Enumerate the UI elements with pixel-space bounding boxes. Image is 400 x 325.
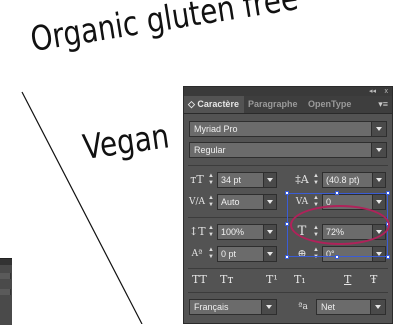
- font-family-value: Myriad Pro: [194, 124, 238, 134]
- chevron-down-icon[interactable]: [263, 225, 276, 239]
- chevron-down-icon[interactable]: [263, 195, 276, 209]
- panel-title-strip: ◂◂ x: [184, 87, 392, 96]
- font-size-field[interactable]: 34 pt: [217, 172, 277, 188]
- vertical-scale-icon: ↕T: [189, 225, 206, 238]
- resize-handle[interactable]: [285, 191, 289, 195]
- baseline-shift-field[interactable]: 0 pt: [217, 246, 277, 262]
- panel-tabs: ◇ Caractère Paragraphe OpenType ▾≡: [184, 96, 392, 114]
- chevron-down-icon[interactable]: [371, 143, 386, 157]
- chevron-down-icon[interactable]: [261, 300, 276, 314]
- resize-handle[interactable]: [335, 255, 339, 259]
- chevron-down-icon[interactable]: [372, 173, 385, 187]
- antialias-value: Net: [321, 302, 336, 312]
- divider: [188, 165, 388, 166]
- leading-field[interactable]: (40.8 pt): [322, 172, 386, 188]
- superscript-button[interactable]: T¹: [266, 273, 278, 287]
- baseline-shift-stepper[interactable]: ▲ ▼: [207, 247, 215, 261]
- side-panel-fragment: [0, 258, 12, 325]
- font-size-stepper[interactable]: ▲ ▼: [207, 173, 215, 187]
- collapse-icon[interactable]: ◂◂: [369, 87, 376, 96]
- side-panel-row: [0, 273, 11, 279]
- resize-handle[interactable]: [285, 255, 289, 259]
- subscript-button[interactable]: T₁: [294, 273, 306, 287]
- highlight-ellipse: [290, 205, 390, 245]
- antialias-icon: ªa: [298, 302, 308, 312]
- baseline-shift-icon: Aª: [191, 249, 203, 259]
- antialias-select[interactable]: Net: [316, 299, 386, 315]
- leading-stepper[interactable]: ▲ ▼: [312, 173, 320, 187]
- font-size-value: 34 pt: [221, 175, 242, 185]
- tab-caractere[interactable]: ◇ Caractère: [184, 96, 244, 113]
- chevron-down-icon[interactable]: [371, 122, 386, 136]
- kerning-stepper[interactable]: ▲ ▼: [207, 195, 215, 209]
- chevron-down-icon[interactable]: [370, 300, 385, 314]
- chevron-down-icon[interactable]: [263, 247, 276, 261]
- resize-handle[interactable]: [335, 191, 339, 195]
- tab-opentype[interactable]: OpenType: [304, 96, 356, 113]
- vertical-scale-stepper[interactable]: ▲ ▼: [207, 225, 215, 239]
- vertical-scale-field[interactable]: 100%: [217, 224, 277, 240]
- baseline-shift-value: 0 pt: [221, 249, 237, 259]
- tab-paragraphe[interactable]: Paragraphe: [244, 96, 304, 113]
- vertical-scale-value: 100%: [221, 227, 245, 237]
- kerning-field[interactable]: Auto: [217, 194, 277, 210]
- leading-value: (40.8 pt): [326, 175, 360, 185]
- side-panel-header: [0, 259, 12, 265]
- font-style-select[interactable]: Regular: [189, 142, 387, 158]
- kerning-icon: V/A: [189, 197, 206, 207]
- side-panel-row: [0, 289, 11, 295]
- resize-handle[interactable]: [386, 255, 390, 259]
- font-size-icon: тT: [190, 173, 204, 186]
- panel-menu-icon[interactable]: ▾≡: [378, 97, 388, 112]
- small-caps-button[interactable]: Tт: [220, 273, 233, 287]
- underline-button[interactable]: T: [344, 273, 351, 287]
- kerning-value: Auto: [221, 197, 240, 207]
- close-icon[interactable]: x: [385, 87, 389, 96]
- leading-icon: ‡A: [295, 173, 309, 186]
- language-select[interactable]: Français: [189, 299, 277, 315]
- divider: [188, 268, 388, 269]
- resize-handle[interactable]: [285, 222, 289, 226]
- all-caps-button[interactable]: TT: [192, 273, 207, 287]
- divider: [188, 292, 388, 293]
- language-value: Français: [194, 302, 229, 312]
- resize-handle[interactable]: [386, 191, 390, 195]
- font-style-value: Regular: [194, 145, 226, 155]
- chevron-down-icon[interactable]: [263, 173, 276, 187]
- font-family-select[interactable]: Myriad Pro: [189, 121, 387, 137]
- strikethrough-button[interactable]: Ŧ: [370, 273, 377, 287]
